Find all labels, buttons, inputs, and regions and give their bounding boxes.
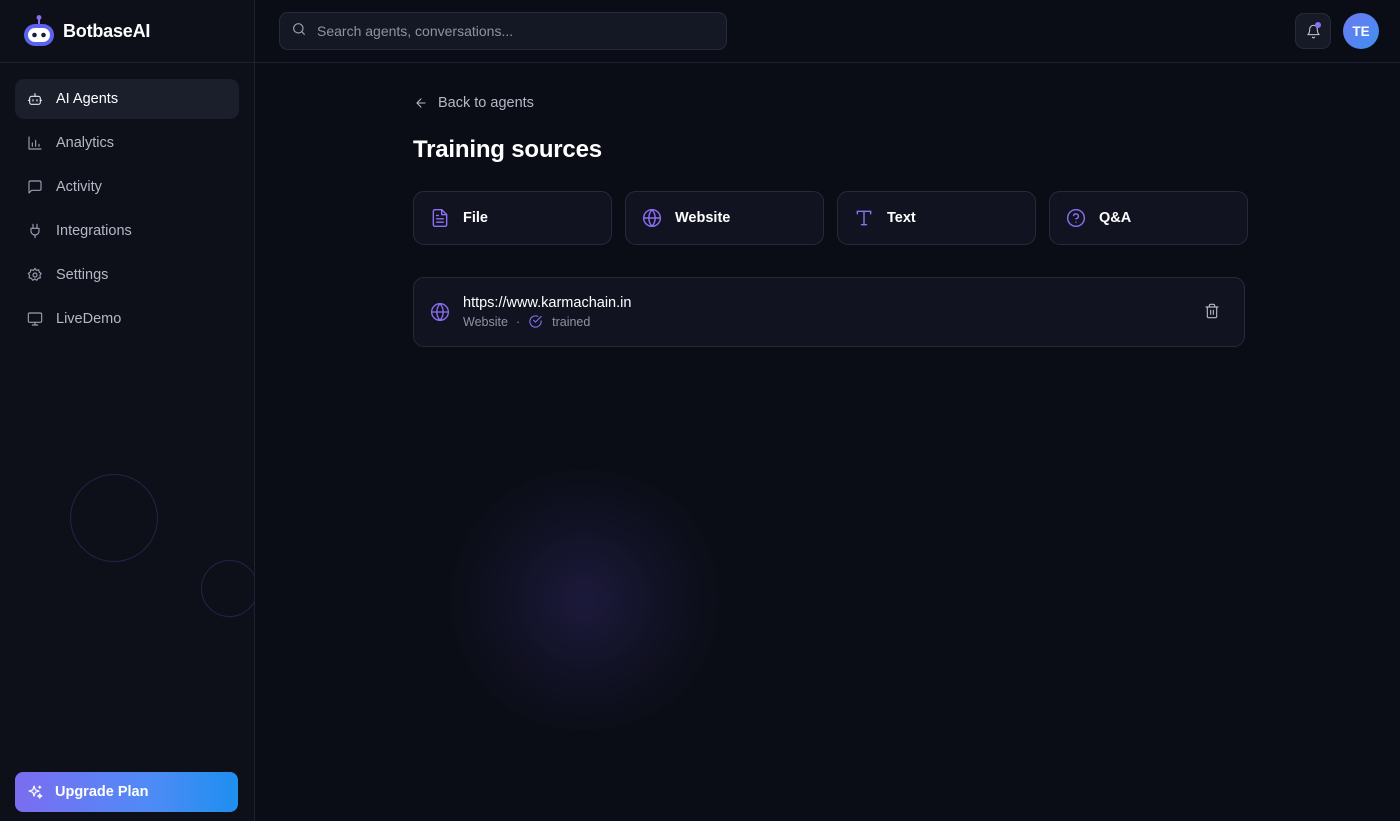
user-avatar[interactable]: TE — [1343, 13, 1379, 49]
sidebar-item-label: Analytics — [56, 135, 115, 151]
page-title: Training sources — [413, 136, 602, 163]
check-circle-icon — [528, 314, 552, 329]
brand-name: BotbaseAI — [63, 20, 151, 41]
bot-icon — [27, 91, 43, 107]
source-type: Website — [463, 314, 508, 329]
source-type-label: Q&A — [1099, 210, 1132, 226]
source-type-label: File — [463, 210, 488, 226]
plug-icon — [27, 223, 43, 239]
search-input[interactable] — [317, 23, 697, 39]
notifications-button[interactable] — [1295, 13, 1331, 49]
sidebar-item-analytics[interactable]: Analytics — [15, 123, 239, 163]
upgrade-plan-button[interactable]: Upgrade Plan — [15, 772, 238, 812]
source-type-website[interactable]: Website — [625, 191, 824, 245]
sidebar-item-label: Settings — [56, 267, 109, 283]
decorative-circle — [70, 474, 158, 562]
source-meta: Website · trained — [463, 314, 631, 329]
source-type-file[interactable]: File — [413, 191, 612, 245]
back-label: Back to agents — [438, 95, 534, 111]
source-type-qa[interactable]: Q&A — [1049, 191, 1248, 245]
decorative-circle — [201, 560, 254, 617]
sidebar-item-label: AI Agents — [56, 91, 119, 107]
meta-separator: · — [515, 314, 521, 329]
gear-icon — [27, 267, 43, 283]
file-text-icon — [430, 208, 450, 228]
sidebar-item-livedemo[interactable]: LiveDemo — [15, 299, 239, 339]
text-type-icon — [854, 208, 874, 228]
sidebar-item-label: Activity — [56, 179, 102, 195]
back-to-agents-link[interactable]: Back to agents — [414, 95, 534, 111]
upgrade-plan-label: Upgrade Plan — [55, 784, 149, 800]
sidebar-item-settings[interactable]: Settings — [15, 255, 239, 295]
source-details: https://www.karmachain.in Website · trai… — [463, 295, 631, 329]
source-url: https://www.karmachain.in — [463, 295, 632, 311]
sidebar-item-ai-agents[interactable]: AI Agents — [15, 79, 239, 119]
source-status: trained — [552, 314, 591, 329]
topbar: TE — [255, 0, 1400, 63]
sidebar-item-activity[interactable]: Activity — [15, 167, 239, 207]
message-icon — [27, 179, 43, 195]
sidebar-nav: AI Agents Analytics Activity Integration… — [0, 63, 254, 359]
monitor-icon — [27, 311, 43, 327]
source-type-label: Website — [675, 210, 731, 226]
globe-icon — [430, 302, 450, 322]
source-type-text[interactable]: Text — [837, 191, 1036, 245]
sidebar-item-label: LiveDemo — [56, 311, 122, 327]
notification-dot — [1315, 22, 1321, 28]
robot-icon — [22, 14, 56, 48]
source-type-options: File Website Text Q&A — [413, 191, 1248, 245]
help-circle-icon — [1066, 208, 1086, 228]
search-icon — [291, 21, 307, 42]
arrow-left-icon — [414, 96, 438, 110]
brand[interactable]: BotbaseAI — [0, 0, 254, 63]
bar-chart-icon — [27, 135, 43, 151]
sparkles-icon — [27, 784, 44, 801]
sidebar-item-label: Integrations — [56, 223, 132, 239]
training-source-row: https://www.karmachain.in Website · trai… — [413, 277, 1245, 347]
source-type-label: Text — [887, 210, 916, 226]
search-bar[interactable] — [279, 12, 727, 50]
sidebar-item-integrations[interactable]: Integrations — [15, 211, 239, 251]
globe-icon — [642, 208, 662, 228]
sidebar: BotbaseAI AI Agents Analytics Activity I… — [0, 0, 255, 821]
trash-icon — [1204, 303, 1220, 321]
delete-source-button[interactable] — [1204, 303, 1222, 321]
background-glow — [445, 470, 725, 730]
